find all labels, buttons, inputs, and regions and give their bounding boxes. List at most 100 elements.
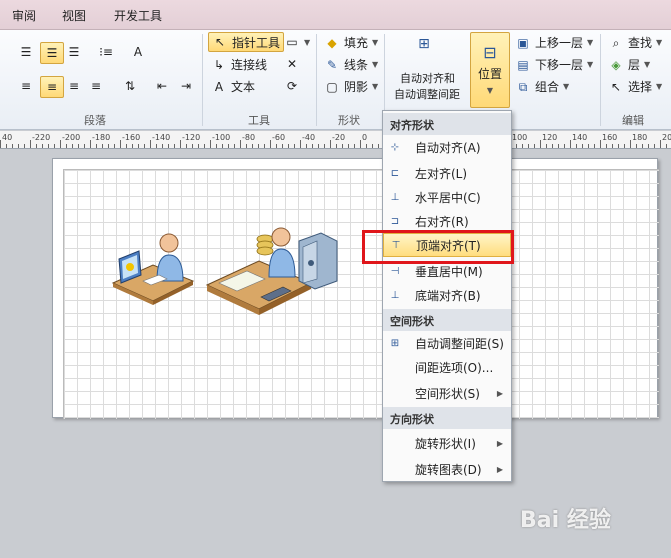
justify-icon[interactable]: ≡ <box>88 78 104 94</box>
ruler-tick <box>48 144 49 148</box>
group-label-shape: 形状 <box>338 114 360 127</box>
ruler-tick <box>198 144 199 148</box>
close-icon[interactable]: ✕ <box>284 56 300 72</box>
find-button[interactable]: ⌕ 查找 ▼ <box>608 34 663 51</box>
tab-developer[interactable]: 开发工具 <box>114 7 162 24</box>
ruler-tick <box>174 144 175 148</box>
bring-forward-button[interactable]: ▣ 上移一层 ▼ <box>515 34 593 51</box>
ruler-tick <box>630 140 631 148</box>
align-middle-text-icon[interactable]: ☰ <box>40 42 64 64</box>
rectangle-icon: ▭ <box>286 35 298 49</box>
ruler-tick <box>588 144 589 148</box>
ruler-tick <box>144 144 145 148</box>
position-icon: ⊟ <box>483 43 497 62</box>
connector-button[interactable]: ↳ 连接线 <box>211 56 267 73</box>
ruler-tick <box>210 140 211 148</box>
menu-item-rotate-shapes[interactable]: 旋转形状(I) ▶ <box>383 431 511 455</box>
auto-align-icon: ⊹ <box>390 141 400 153</box>
person-at-desk-with-safe-shape[interactable] <box>205 225 341 317</box>
horizontal-ruler: 40 -220 -200 -180 -160 -140 -120 -100 -80 -60 -40-… <box>0 131 671 149</box>
ruler-tick-label: 140 <box>572 133 588 142</box>
rectangle-tool-button[interactable]: ▭ ▼ <box>284 34 310 50</box>
ruler-tick <box>60 140 61 148</box>
ruler-tick <box>264 144 265 148</box>
group-icon: ⧉ <box>518 79 528 94</box>
fill-button[interactable]: ◆ 填充 ▼ <box>324 34 378 51</box>
ruler-tick <box>42 144 43 148</box>
ruler-tick <box>24 144 25 148</box>
rotate-icon[interactable]: ⟳ <box>284 78 300 94</box>
increase-indent-icon[interactable]: ⇥ <box>178 78 194 94</box>
align-top-text-icon[interactable]: ☰ <box>18 44 34 60</box>
menu-item-align-left[interactable]: ⊏ 左对齐(L) <box>383 161 511 185</box>
select-button[interactable]: ↖ 选择 ▼ <box>608 78 662 95</box>
layer-icon: ◈ <box>611 57 621 72</box>
ribbon: ☰ ☰ ☰ ⁝≡ A ≡ ≡ ≡ ≡ ⇅ ⇤ ⇥ 段落 ↖ 指针工具 ▭ ▼ ↳ 连接… <box>0 30 671 130</box>
tab-view[interactable]: 视图 <box>62 7 86 24</box>
auto-align-label-1[interactable]: 自动对齐和 <box>400 70 455 86</box>
ruler-tick <box>240 140 241 148</box>
send-backward-button[interactable]: ▤ 下移一层 ▼ <box>515 56 593 73</box>
decrease-indent-icon[interactable]: ⇤ <box>154 78 170 94</box>
shadow-icon: ▢ <box>326 79 338 94</box>
menu-item-auto-space[interactable]: ⊞ 自动调整间距(S) <box>383 331 511 355</box>
ruler-tick <box>192 144 193 148</box>
auto-align-label-2[interactable]: 自动调整间距 <box>394 86 460 102</box>
person-at-computer-shape[interactable] <box>109 231 195 307</box>
connector-icon: ↳ <box>213 57 225 72</box>
ruler-tick <box>300 140 301 148</box>
align-center-icon[interactable]: ≡ <box>40 76 64 98</box>
menu-item-space-shapes[interactable]: 空间形状(S) ▶ <box>383 381 511 405</box>
menu-header-space: 空间形状 <box>383 309 511 331</box>
ruler-tick <box>6 144 7 148</box>
ruler-tick <box>366 144 367 148</box>
line-button[interactable]: ✎ 线条 ▼ <box>324 56 378 73</box>
ruler-tick <box>126 144 127 148</box>
ruler-tick <box>294 144 295 148</box>
ruler-tick <box>546 144 547 148</box>
position-button[interactable]: ⊟ 位置 ▼ <box>470 32 510 108</box>
align-right-icon[interactable]: ≡ <box>66 78 82 94</box>
pointer-icon: ↖ <box>214 35 226 49</box>
tab-review[interactable]: 审阅 <box>12 7 36 24</box>
ruler-tick <box>582 144 583 148</box>
ruler-tick-label: -100 <box>212 133 231 142</box>
layer-button[interactable]: ◈ 层 ▼ <box>608 56 650 73</box>
ruler-tick <box>312 144 313 148</box>
group-button[interactable]: ⧉ 组合 ▼ <box>515 78 569 95</box>
ruler-tick <box>252 144 253 148</box>
ruler-tick <box>114 144 115 148</box>
ruler-tick <box>12 144 13 148</box>
ruler-tick-label: -80 <box>242 133 256 142</box>
drawing-page[interactable] <box>52 158 659 419</box>
ruler-tick <box>222 144 223 148</box>
menu-item-align-center[interactable]: ⊥ 水平居中(C) <box>383 185 511 209</box>
align-bottom-text-icon[interactable]: ☰ <box>66 44 82 60</box>
ruler-tick <box>534 144 535 148</box>
text-icon: A <box>214 79 224 94</box>
ruler-tick <box>666 144 667 148</box>
ruler-tick <box>78 144 79 148</box>
menu-item-align-bottom[interactable]: ⊥ 底端对齐(B) <box>383 283 511 307</box>
ruler-tick <box>180 140 181 148</box>
pointer-tool-button[interactable]: ↖ 指针工具 <box>208 32 285 52</box>
shadow-button[interactable]: ▢ 阴影 ▼ <box>324 78 378 95</box>
ruler-tick <box>150 140 151 148</box>
ruler-tick-label: -220 <box>32 133 51 142</box>
ruler-tick <box>36 144 37 148</box>
ruler-tick-label: 200 <box>662 133 671 142</box>
bullets-icon[interactable]: ⁝≡ <box>98 44 114 60</box>
ruler-tick <box>600 140 601 148</box>
text-direction-icon[interactable]: ⇅ <box>122 78 138 94</box>
text-tool-button[interactable]: A 文本 <box>211 78 255 95</box>
ruler-tick <box>18 144 19 148</box>
font-size-icon[interactable]: A <box>130 44 146 60</box>
align-left-icon[interactable]: ≡ <box>18 78 34 94</box>
menu-header-align: 对齐形状 <box>383 113 511 135</box>
ruler-tick <box>72 144 73 148</box>
ruler-tick <box>612 144 613 148</box>
menu-item-auto-align[interactable]: ⊹ 自动对齐(A) <box>383 135 511 159</box>
ruler-tick <box>648 144 649 148</box>
menu-item-spacing-options[interactable]: 间距选项(O)... <box>383 355 511 379</box>
menu-item-rotate-diagram[interactable]: 旋转图表(D) ▶ <box>383 457 511 481</box>
